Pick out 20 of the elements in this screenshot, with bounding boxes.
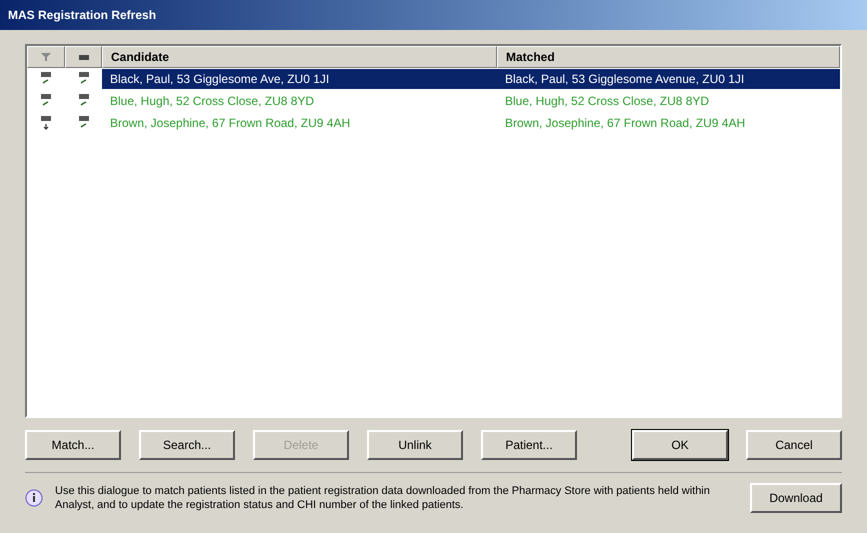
table-cell-text: Black, Paul, 53 Gigglesome Avenue, ZU0 1JI [504,71,746,88]
table-cell-text: Blue, Hugh, 52 Cross Close, ZU8 8YD [504,93,710,110]
window-title: MAS Registration Refresh [0,0,867,30]
download-button[interactable]: Download [750,483,842,513]
action-button[interactable]: Search... [139,430,235,460]
action-button[interactable]: Unlink [367,430,463,460]
table-row[interactable]: Black, Paul, 53 Gigglesome Ave, ZU0 1JI Black, Paul, 53 Gigglesome Avenue, ZU0 1JI [102,69,840,89]
table-cell-text: Black, Paul, 53 Gigglesome Ave, ZU0 1JI [109,71,330,88]
dialog-button[interactable]: OK [632,430,728,460]
info-text: Use this dialogue to match patients listed in the patient registration data downloaded from the Pharmacy Store with patients held within Analyst, and to update the registration status and CHI number of the linked patients. [55,484,711,512]
column-header[interactable]: Candidate [102,46,497,68]
table-cell-text: Blue, Hugh, 52 Cross Close, ZU8 8YD [109,93,316,110]
action-button[interactable]: Match... [25,430,121,460]
table-cell-text: Brown, Josephine, 67 Frown Road, ZU9 4AH [504,115,746,132]
info-icon [25,489,43,507]
dialog-button[interactable]: Cancel [746,430,842,460]
table-cell-text: Brown, Josephine, 67 Frown Road, ZU9 4AH [109,115,352,132]
column-header[interactable]: Matched [497,46,840,68]
columns-icon[interactable] [78,54,88,60]
action-button[interactable]: Patient... [481,430,577,460]
